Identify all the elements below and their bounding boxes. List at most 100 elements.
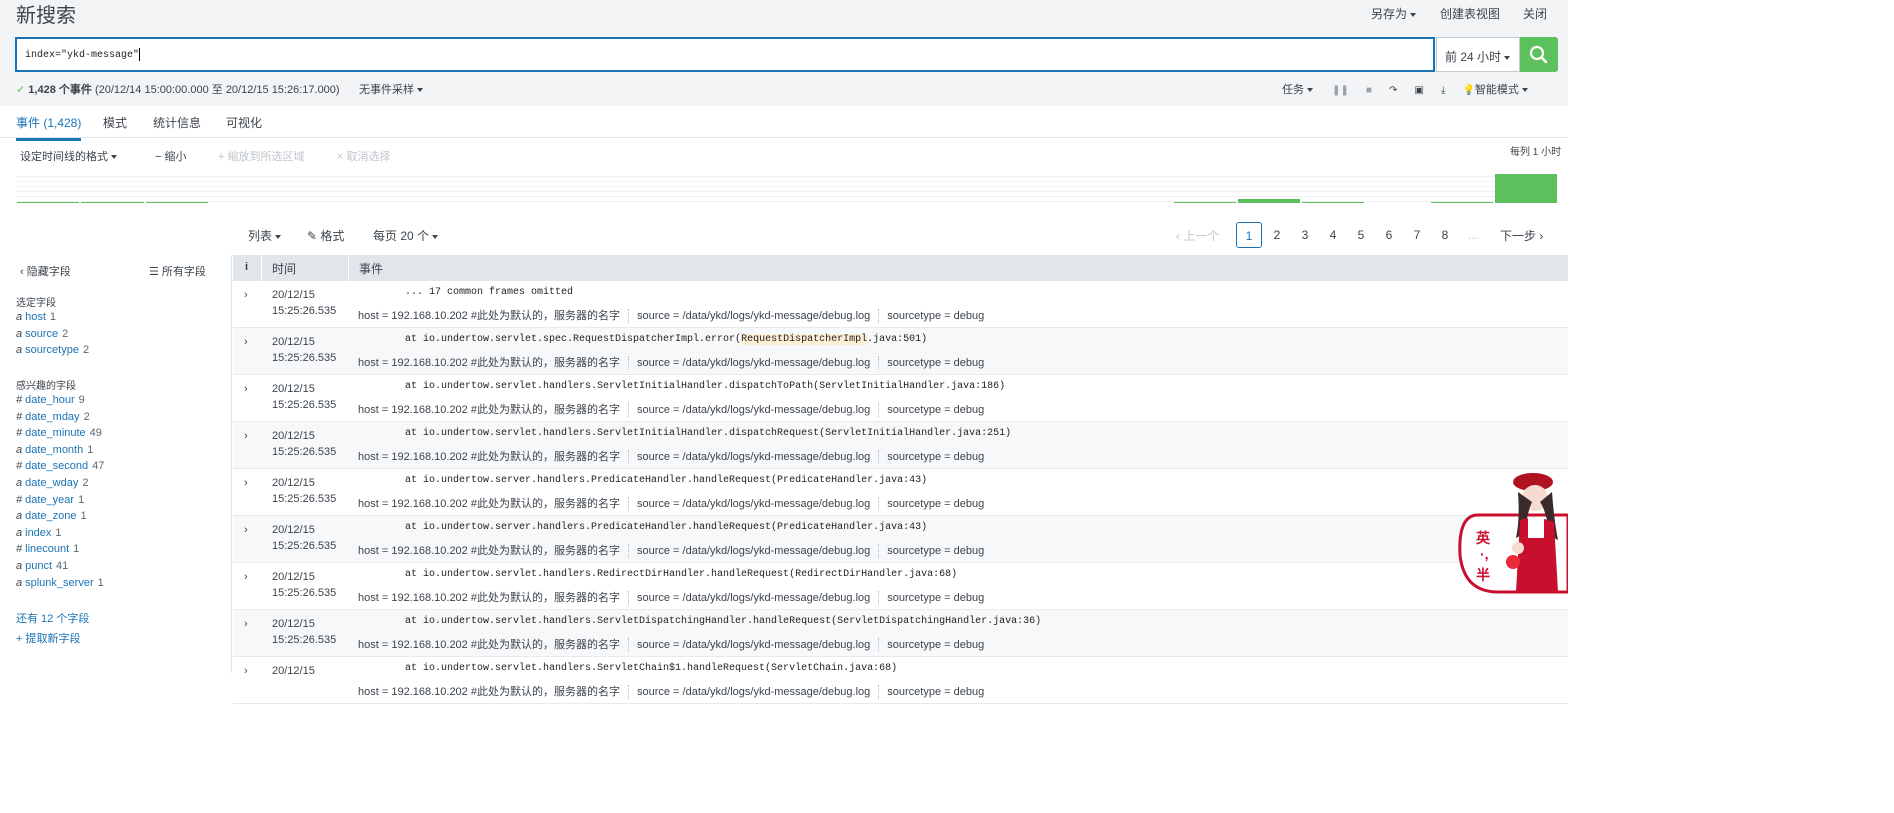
- expand-chevron-icon[interactable]: ›: [244, 571, 248, 583]
- event-time[interactable]: 20/12/15 15:25:26.535: [272, 287, 336, 319]
- expand-chevron-icon[interactable]: ›: [244, 477, 248, 489]
- timeline-bar[interactable]: [17, 202, 80, 203]
- create-dashboard-link[interactable]: 创建表视图: [1440, 5, 1500, 22]
- meta-host[interactable]: host = 192.168.10.202 #此处为默认的，服务器的名字: [358, 451, 620, 463]
- deselect-button[interactable]: × 取消选择: [337, 148, 390, 164]
- meta-sourcetype[interactable]: sourcetype = debug: [887, 686, 984, 698]
- expand-chevron-icon[interactable]: ›: [244, 383, 248, 395]
- expand-chevron-icon[interactable]: ›: [244, 289, 248, 301]
- format-button[interactable]: ✎ 格式: [307, 227, 344, 244]
- meta-host[interactable]: host = 192.168.10.202 #此处为默认的，服务器的名字: [358, 686, 620, 698]
- meta-source[interactable]: source = /data/ykd/logs/ykd-message/debu…: [637, 686, 870, 698]
- search-button[interactable]: [1520, 37, 1558, 72]
- time-column-header[interactable]: 时间: [272, 260, 296, 277]
- zoom-to-selection-button[interactable]: + 缩放到所选区域: [218, 148, 304, 164]
- field-date_second[interactable]: # date_second 47: [16, 460, 104, 472]
- meta-source[interactable]: source = /data/ykd/logs/ykd-message/debu…: [637, 498, 870, 510]
- meta-source[interactable]: source = /data/ykd/logs/ykd-message/debu…: [637, 451, 870, 463]
- meta-host[interactable]: host = 192.168.10.202 #此处为默认的，服务器的名字: [358, 639, 620, 651]
- page-4-button[interactable]: 4: [1320, 222, 1346, 248]
- event-time[interactable]: 20/12/15 15:25:26.535: [272, 616, 336, 648]
- page-6-button[interactable]: 6: [1376, 222, 1402, 248]
- meta-host[interactable]: host = 192.168.10.202 #此处为默认的，服务器的名字: [358, 404, 620, 416]
- all-fields-button[interactable]: ☰ 所有字段: [149, 263, 206, 279]
- meta-source[interactable]: source = /data/ykd/logs/ykd-message/debu…: [637, 592, 870, 604]
- event-time[interactable]: 20/12/15 15:25:26.535: [272, 475, 336, 507]
- meta-sourcetype[interactable]: sourcetype = debug: [887, 545, 984, 557]
- sampling-menu[interactable]: 无事件采样: [359, 81, 423, 97]
- tab-patterns[interactable]: 模式: [103, 114, 127, 131]
- field-date_minute[interactable]: # date_minute 49: [16, 427, 102, 439]
- timeline-bar[interactable]: [1173, 202, 1236, 203]
- save-as-menu[interactable]: 另存为: [1371, 5, 1417, 22]
- field-host[interactable]: a host 1: [16, 311, 56, 323]
- timeline-bar[interactable]: [145, 202, 208, 203]
- timeline-bar[interactable]: [81, 202, 144, 203]
- zoom-out-button[interactable]: − 缩小: [155, 148, 186, 164]
- expand-chevron-icon[interactable]: ›: [244, 665, 248, 677]
- event-time[interactable]: 20/12/15 15:25:26.535: [272, 334, 336, 366]
- page-1-button[interactable]: 1: [1236, 222, 1262, 248]
- meta-sourcetype[interactable]: sourcetype = debug: [887, 639, 984, 651]
- list-menu[interactable]: 列表: [248, 227, 282, 244]
- more-fields-link[interactable]: 还有 12 个字段: [16, 610, 89, 626]
- next-page-button[interactable]: 下一步 ›: [1500, 227, 1543, 244]
- time-range-picker[interactable]: 前 24 小时: [1436, 37, 1520, 72]
- field-date_hour[interactable]: # date_hour 9: [16, 394, 85, 406]
- event-time[interactable]: 20/12/15 15:25:26.535: [272, 522, 336, 554]
- field-splunk_server[interactable]: a splunk_server 1: [16, 577, 104, 589]
- page-2-button[interactable]: 2: [1264, 222, 1290, 248]
- meta-host[interactable]: host = 192.168.10.202 #此处为默认的，服务器的名字: [358, 498, 620, 510]
- page-8-button[interactable]: 8: [1432, 222, 1458, 248]
- field-date_zone[interactable]: a date_zone 1: [16, 510, 87, 522]
- tab-events[interactable]: 事件 (1,428): [16, 114, 82, 141]
- field-punct[interactable]: a punct 41: [16, 560, 68, 572]
- tab-statistics[interactable]: 统计信息: [153, 114, 201, 131]
- meta-source[interactable]: source = /data/ykd/logs/ykd-message/debu…: [637, 310, 870, 322]
- event-highlight[interactable]: RequestDispatcherImpl: [741, 334, 868, 345]
- timeline-bar[interactable]: [1494, 174, 1557, 203]
- meta-host[interactable]: host = 192.168.10.202 #此处为默认的，服务器的名字: [358, 357, 620, 369]
- meta-source[interactable]: source = /data/ykd/logs/ykd-message/debu…: [637, 545, 870, 557]
- page-7-button[interactable]: 7: [1404, 222, 1430, 248]
- expand-chevron-icon[interactable]: ›: [244, 430, 248, 442]
- tab-visualization[interactable]: 可视化: [226, 114, 262, 131]
- page-3-button[interactable]: 3: [1292, 222, 1318, 248]
- per-page-menu[interactable]: 每页 20 个: [373, 227, 439, 244]
- share-icon[interactable]: ↷: [1389, 85, 1397, 96]
- field-source[interactable]: a source 2: [16, 328, 68, 340]
- event-time[interactable]: 20/12/15 15:25:26.535: [272, 569, 336, 601]
- meta-sourcetype[interactable]: sourcetype = debug: [887, 357, 984, 369]
- search-mode-menu[interactable]: 💡智能模式: [1462, 84, 1528, 96]
- timeline-chart[interactable]: [16, 172, 1558, 203]
- field-date_year[interactable]: # date_year 1: [16, 494, 84, 506]
- event-time[interactable]: 20/12/15 15:25:26.535: [272, 428, 336, 460]
- expand-chevron-icon[interactable]: ›: [244, 336, 248, 348]
- meta-source[interactable]: source = /data/ykd/logs/ykd-message/debu…: [637, 357, 870, 369]
- extract-fields-link[interactable]: + 提取新字段: [16, 630, 80, 646]
- stop-icon[interactable]: ■: [1366, 85, 1372, 96]
- timeline-bar[interactable]: [1302, 202, 1365, 203]
- field-date_wday[interactable]: a date_wday 2: [16, 477, 88, 489]
- meta-sourcetype[interactable]: sourcetype = debug: [887, 310, 984, 322]
- timeline-bar[interactable]: [1237, 199, 1300, 203]
- meta-host[interactable]: host = 192.168.10.202 #此处为默认的，服务器的名字: [358, 592, 620, 604]
- pause-icon[interactable]: ❚❚: [1332, 85, 1349, 96]
- meta-host[interactable]: host = 192.168.10.202 #此处为默认的，服务器的名字: [358, 545, 620, 557]
- meta-host[interactable]: host = 192.168.10.202 #此处为默认的，服务器的名字: [358, 310, 620, 322]
- field-date_mday[interactable]: # date_mday 2: [16, 411, 90, 423]
- timeline-bar[interactable]: [1430, 202, 1493, 203]
- export-icon[interactable]: ⤓: [1441, 85, 1445, 96]
- field-index[interactable]: a index 1: [16, 527, 62, 539]
- meta-source[interactable]: source = /data/ykd/logs/ykd-message/debu…: [637, 639, 870, 651]
- meta-sourcetype[interactable]: sourcetype = debug: [887, 498, 984, 510]
- meta-sourcetype[interactable]: sourcetype = debug: [887, 404, 984, 416]
- close-link[interactable]: 关闭: [1523, 5, 1547, 22]
- search-input[interactable]: index="ykd-message": [15, 37, 1435, 72]
- field-sourcetype[interactable]: a sourcetype 2: [16, 344, 89, 356]
- field-linecount[interactable]: # linecount 1: [16, 543, 79, 555]
- event-time[interactable]: 20/12/15 15:25:26.535: [272, 381, 336, 413]
- print-icon[interactable]: ▣: [1414, 85, 1423, 96]
- page-5-button[interactable]: 5: [1348, 222, 1374, 248]
- field-date_month[interactable]: a date_month 1: [16, 444, 93, 456]
